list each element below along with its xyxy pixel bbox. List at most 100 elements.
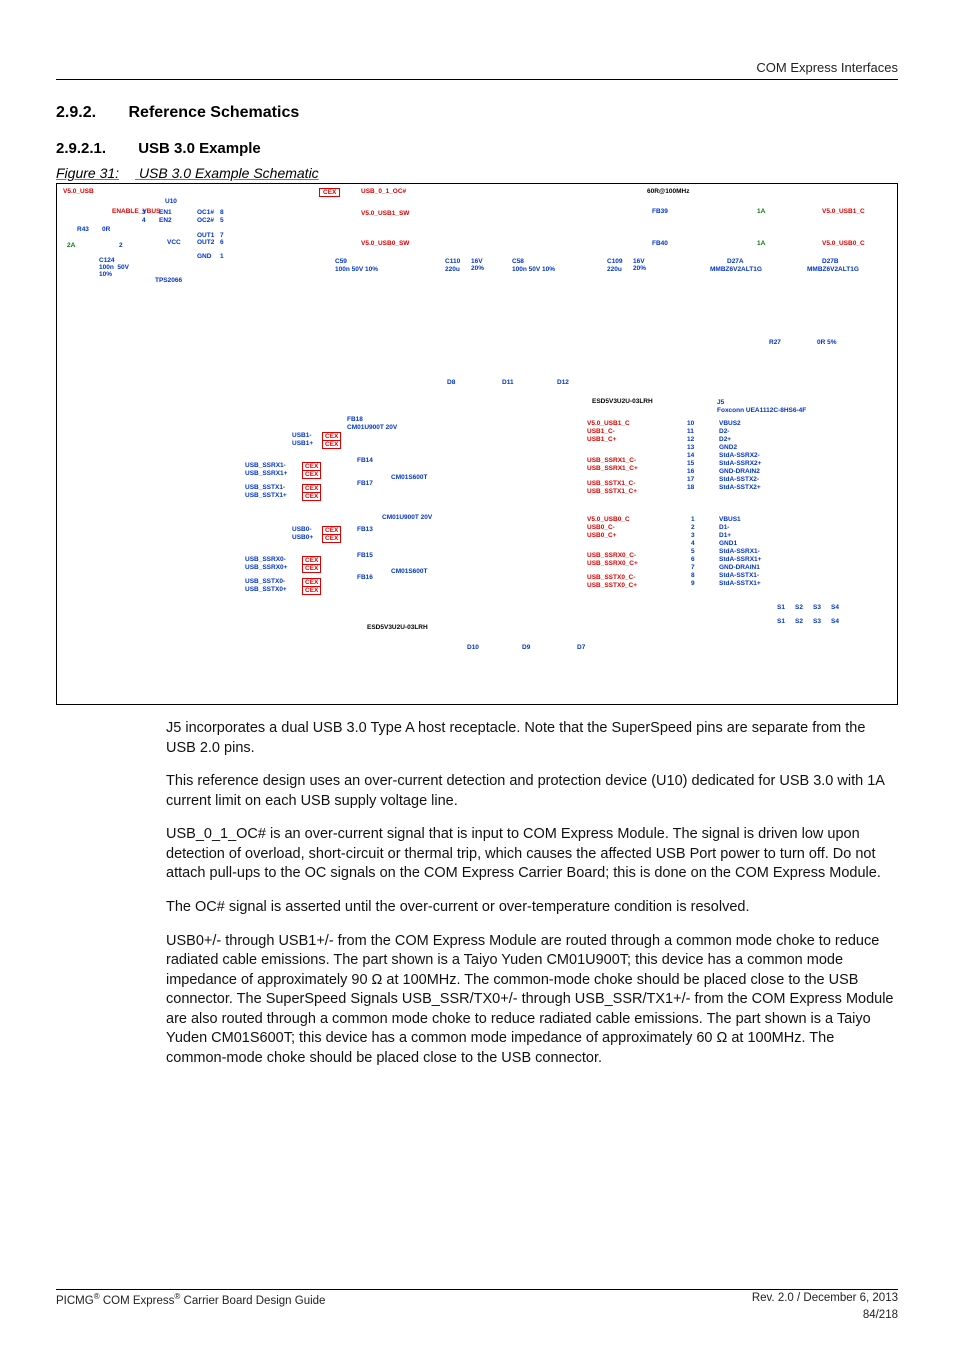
net-usb1-vbus-c: V5.0_USB1_C — [587, 420, 630, 427]
net-usb0-vbus-c: V5.0_USB0_C — [587, 516, 630, 523]
j5-ref: J5 — [717, 399, 724, 406]
section-2-9-2: 2.9.2. Reference Schematics — [56, 104, 898, 122]
para-3: USB_0_1_OC# is an over-current signal th… — [166, 825, 898, 884]
net-sw0: V5.0_USB0_SW — [361, 240, 409, 247]
c58-val: 100n 50V 10% — [512, 266, 555, 273]
r43-val: 0R — [102, 226, 110, 233]
sstx1-neg: USB_SSTX1- — [245, 484, 285, 491]
footer-right: Rev. 2.0 / December 6, 2013 — [752, 1292, 898, 1307]
para-2: This reference design uses an over-curre… — [166, 772, 898, 811]
net-sw1: V5.0_USB1_SW — [361, 210, 409, 217]
net-ssrx1-c-pos: USB_SSRX1_C+ — [587, 465, 638, 472]
page-footer: PICMG® COM Express® Carrier Board Design… — [56, 1289, 898, 1321]
c110-ref: C110 — [445, 258, 460, 265]
c124-val: 100n 50V 10% — [99, 264, 129, 278]
fb40-ref: FB40 — [652, 240, 668, 247]
schematic-diagram: V5.0_USB ENABLE_VBUS R43 0R 2A 2 C124 10… — [56, 183, 898, 705]
net-oc: USB_0_1_OC# — [361, 188, 406, 195]
fb40-spec: 1A — [757, 240, 765, 247]
fb-spec: 60R@100MHz — [647, 188, 689, 195]
figure-title: USB 3.0 Example Schematic — [139, 165, 319, 181]
fb18-ref: FB18 — [347, 416, 363, 423]
sstx1-pos: USB_SSTX1+ — [245, 492, 287, 499]
usb0-pos: USB0+ — [292, 534, 313, 541]
figure-caption: Figure 31: USB 3.0 Example Schematic — [56, 165, 898, 181]
para-1: J5 incorporates a dual USB 3.0 Type A ho… — [166, 719, 898, 758]
d27a-ref: D27A — [727, 258, 744, 265]
fb15-part: CM01S600T — [391, 568, 428, 575]
usb1-neg: USB1- — [292, 432, 312, 439]
net-v50-usb: V5.0_USB — [63, 188, 94, 195]
fb15-ref: FB15 — [357, 552, 373, 559]
c59-val: 100n 50V 10% — [335, 266, 378, 273]
ssrx0-neg: USB_SSRX0- — [245, 556, 286, 563]
d10: D10 — [467, 644, 479, 651]
d11: D11 — [502, 379, 514, 386]
section-num: 2.9.2. — [56, 104, 96, 122]
page-number: 84/218 — [56, 1309, 898, 1321]
ssrx1-pos: USB_SSRX1+ — [245, 470, 287, 477]
section-2-9-2-1: 2.9.2.1. USB 3.0 Example — [56, 140, 898, 157]
fb13-part: CM01U900T 20V — [382, 514, 432, 521]
fb39-out: V5.0_USB1_C — [822, 208, 865, 215]
j5-s3: S3 — [813, 604, 821, 611]
sstx0-neg: USB_SSTX0- — [245, 578, 285, 585]
net-sstx1-c-neg: USB_SSTX1_C- — [587, 480, 635, 487]
section-title: Reference Schematics — [128, 104, 299, 121]
fb39-ref: FB39 — [652, 208, 668, 215]
usb1-pos: USB1+ — [292, 440, 313, 447]
d27b-part: MMBZ6V2ALT1G — [807, 266, 859, 273]
c110-val: 220u — [445, 266, 460, 273]
net-enable-vbus: ENABLE_VBUS — [112, 208, 160, 215]
footer-left: PICMG® COM Express® Carrier Board Design… — [56, 1292, 325, 1307]
net-usb0-c-neg: USB0_C- — [587, 524, 615, 531]
c58-ref: C58 — [512, 258, 524, 265]
u10-part: TPS2066 — [155, 277, 182, 284]
net-sstx0-c-neg: USB_SSTX0_C- — [587, 574, 635, 581]
fb14-ref: FB14 — [357, 457, 373, 464]
d27a-part: MMBZ6V2ALT1G — [710, 266, 762, 273]
fb16-ref: FB16 — [357, 574, 373, 581]
fb13-ref: FB13 — [357, 526, 373, 533]
para-4: The OC# signal is asserted until the ove… — [166, 898, 898, 918]
esd-bot: ESD5V3U2U-03LRH — [367, 624, 428, 631]
j5-part: Foxconn UEA1112C-8HS6-4F — [717, 407, 806, 414]
u10-ref: U10 — [165, 198, 177, 205]
ssrx1-neg: USB_SSRX1- — [245, 462, 286, 469]
net-ssrx0-c-pos: USB_SSRX0_C+ — [587, 560, 638, 567]
fb17-ref: FB17 — [357, 480, 373, 487]
sstx0-pos: USB_SSTX0+ — [245, 586, 287, 593]
subsection-title: USB 3.0 Example — [138, 140, 261, 157]
usb0-neg: USB0- — [292, 526, 312, 533]
c59-ref: C59 — [335, 258, 347, 265]
net-sstx0-c-pos: USB_SSTX0_C+ — [587, 582, 637, 589]
net-ssrx0-c-neg: USB_SSRX0_C- — [587, 552, 636, 559]
d12: D12 — [557, 379, 569, 386]
d27b-ref: D27B — [822, 258, 839, 265]
d8: D8 — [447, 379, 455, 386]
d9: D9 — [522, 644, 530, 651]
fb39-spec: 1A — [757, 208, 765, 215]
figure-num: Figure 31: — [56, 165, 119, 181]
fb40-out: V5.0_USB0_C — [822, 240, 865, 247]
u10-vcc-spec: 2A — [67, 242, 75, 249]
r27-val: 0R 5% — [817, 339, 837, 346]
c109-ref: C109 — [607, 258, 623, 265]
esd-top: ESD5V3U2U-03LRH — [592, 398, 653, 405]
j5-s1: S1 — [777, 604, 785, 611]
ssrx0-pos: USB_SSRX0+ — [245, 564, 287, 571]
subsection-num: 2.9.2.1. — [56, 140, 106, 157]
c109-ext: 16V 20% — [633, 258, 646, 272]
r43-ref: R43 — [77, 226, 89, 233]
net-ssrx1-c-neg: USB_SSRX1_C- — [587, 457, 636, 464]
net-usb1-c-neg: USB1_C- — [587, 428, 615, 435]
net-usb0-c-pos: USB0_C+ — [587, 532, 616, 539]
j5-s2: S2 — [795, 604, 803, 611]
r27-ref: R27 — [769, 339, 781, 346]
para-5: USB0+/- through USB1+/- from the COM Exp… — [166, 932, 898, 1069]
c109-val: 220u — [607, 266, 622, 273]
d7: D7 — [577, 644, 585, 651]
running-header: COM Express Interfaces — [56, 60, 898, 80]
fb14-part: CM01S600T — [391, 474, 428, 481]
fb18-part: CM01U900T 20V — [347, 424, 397, 431]
